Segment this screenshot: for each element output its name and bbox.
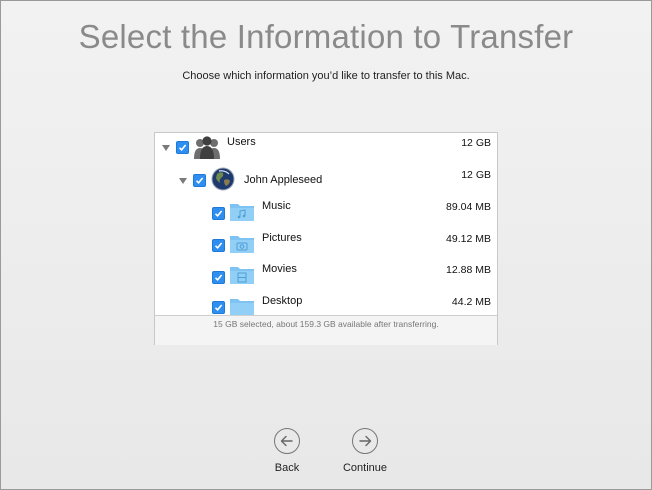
list-item-size: 89.04 MB [446, 201, 491, 213]
list-item-label: Desktop [262, 295, 303, 307]
list-item-label: Users [227, 136, 256, 148]
music-folder-icon [230, 204, 254, 221]
list-item-users[interactable]: Users 12 GB [155, 133, 497, 161]
earth-avatar-icon [211, 167, 235, 191]
list-item-john-appleseed[interactable]: John Appleseed 12 GB [155, 165, 497, 193]
list-item-pictures[interactable]: Pictures 49.12 MB [155, 230, 497, 258]
checkbox-movies[interactable] [212, 271, 225, 284]
list-item-size: 12 GB [461, 169, 491, 181]
back-label[interactable]: Back [262, 462, 312, 474]
movies-folder-icon [230, 267, 254, 284]
list-item-label: Pictures [262, 232, 302, 244]
page-title: Select the Information to Transfer [78, 18, 574, 55]
list-item-desktop[interactable]: Desktop 44.2 MB [155, 293, 497, 315]
users-group-icon [194, 136, 220, 159]
back-arrow-icon[interactable] [274, 428, 300, 454]
list-item-size: 12.88 MB [446, 264, 491, 276]
list-item-size: 12 GB [461, 137, 491, 149]
pictures-folder-icon [230, 236, 254, 253]
list-item-movies[interactable]: Movies 12.88 MB [155, 261, 497, 289]
disclosure-triangle-icon[interactable] [162, 145, 170, 151]
continue-button[interactable]: Continue [335, 428, 395, 474]
list-item-size: 44.2 MB [451, 296, 491, 308]
list-item-label: Movies [262, 263, 297, 275]
list-item-size: 49.12 MB [446, 233, 491, 245]
checkbox-users[interactable] [176, 141, 189, 154]
checkbox-pictures[interactable] [212, 239, 225, 252]
back-button[interactable]: Back [262, 428, 312, 474]
disclosure-triangle-icon[interactable] [179, 178, 187, 184]
list-item-label: John Appleseed [244, 174, 323, 186]
transfer-summary-bar: 15 GB selected, about 159.3 GB available… [155, 315, 497, 345]
continue-arrow-icon[interactable] [352, 428, 378, 454]
checkbox-john-appleseed[interactable] [193, 174, 206, 187]
checkbox-desktop[interactable] [212, 301, 225, 314]
desktop-folder-icon [230, 299, 254, 315]
continue-label[interactable]: Continue [335, 462, 395, 474]
list-item-label: Music [262, 200, 291, 212]
list-item-music[interactable]: Music 89.04 MB [155, 198, 497, 226]
page-subtitle: Choose which information you’d like to t… [182, 70, 470, 82]
checkbox-music[interactable] [212, 207, 225, 220]
transfer-list[interactable]: Users 12 GB John Appleseed 12 GB Music 8… [155, 133, 497, 315]
transfer-list-panel: Users 12 GB John Appleseed 12 GB Music 8… [154, 132, 498, 345]
transfer-summary: 15 GB selected, about 159.3 GB available… [213, 319, 439, 329]
